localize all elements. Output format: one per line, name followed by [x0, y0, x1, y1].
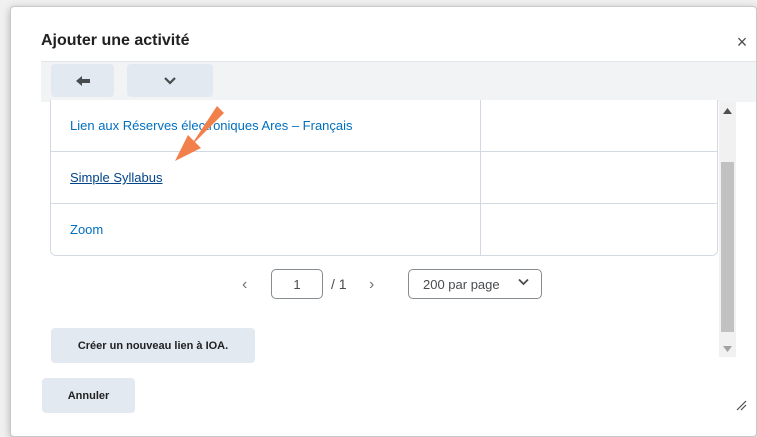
table-cell-name: Simple Syllabus — [51, 152, 481, 203]
activity-link-ares[interactable]: Lien aux Réserves électroniques Ares – F… — [70, 118, 353, 133]
table-row: Simple Syllabus — [51, 152, 717, 204]
resize-handle-icon[interactable] — [735, 399, 747, 411]
pagination: ‹ / 1 › 200 par page — [11, 269, 719, 303]
activity-link-zoom[interactable]: Zoom — [70, 222, 103, 237]
table-row: Lien aux Réserves électroniques Ares – F… — [51, 100, 717, 152]
activity-table: Lien aux Réserves électroniques Ares – F… — [50, 100, 718, 256]
dialog-title: Ajouter une activité — [41, 32, 190, 49]
page-size-label: 200 par page — [423, 276, 500, 292]
scrollbar-thumb[interactable] — [721, 162, 734, 332]
scrollbar[interactable] — [719, 102, 736, 357]
scroll-down-icon[interactable] — [719, 340, 736, 357]
chevron-right-icon[interactable]: › — [369, 276, 374, 294]
more-options-button[interactable] — [127, 64, 213, 97]
add-activity-dialog: Ajouter une activité × Lien aux Réserves… — [10, 6, 757, 437]
arrow-left-icon — [75, 75, 90, 86]
chevron-down-icon — [164, 76, 176, 85]
cancel-button[interactable]: Annuler — [42, 378, 135, 413]
create-lti-link-button[interactable]: Créer un nouveau lien à IOA. — [51, 328, 255, 363]
activity-link-simple-syllabus[interactable]: Simple Syllabus — [70, 170, 163, 185]
scroll-up-icon[interactable] — [719, 102, 736, 119]
chevron-left-icon[interactable]: ‹ — [242, 276, 247, 294]
back-button[interactable] — [51, 64, 114, 97]
page-number-input[interactable] — [271, 269, 323, 299]
table-cell-name: Lien aux Réserves électroniques Ares – F… — [51, 100, 481, 151]
table-cell-extra — [481, 100, 717, 151]
table-row: Zoom — [51, 204, 717, 255]
close-icon[interactable]: × — [733, 33, 751, 51]
table-cell-name: Zoom — [51, 204, 481, 255]
toolbar — [41, 61, 756, 102]
chevron-down-icon — [518, 278, 529, 286]
table-cell-extra — [481, 204, 717, 255]
page-total: / 1 — [331, 276, 347, 292]
table-cell-extra — [481, 152, 717, 203]
page-size-select[interactable]: 200 par page — [408, 269, 542, 299]
